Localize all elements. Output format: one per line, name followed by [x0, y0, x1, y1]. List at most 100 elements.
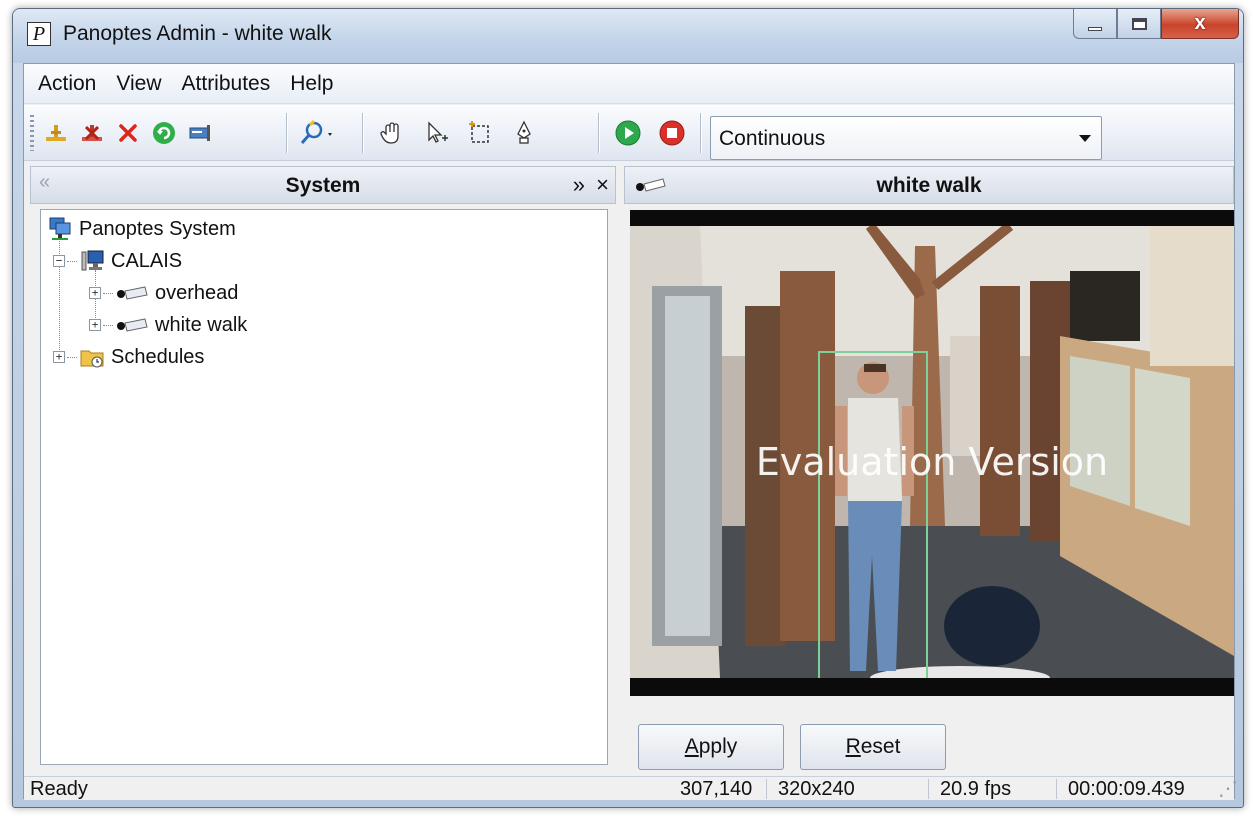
- expand-node-icon[interactable]: +: [53, 351, 65, 363]
- expand-node-icon[interactable]: +: [89, 287, 101, 299]
- delete-button[interactable]: [110, 115, 146, 151]
- system-pane-title: System: [285, 174, 361, 197]
- window-title: Panoptes Admin - white walk: [63, 22, 332, 45]
- close-icon: x: [1194, 12, 1206, 34]
- stop-button[interactable]: [650, 115, 694, 151]
- toolbar-group-tools: [370, 111, 546, 155]
- toolbar-separator: [598, 113, 600, 153]
- play-icon: [615, 120, 641, 146]
- reset-button[interactable]: Reset: [800, 724, 946, 770]
- expand-pane-icon[interactable]: »: [573, 172, 585, 198]
- toolbar-separator: [286, 113, 288, 153]
- status-fps: 20.9 fps: [940, 778, 1012, 800]
- tree-label-schedules: Schedules: [111, 345, 205, 368]
- region-select-button[interactable]: [458, 115, 502, 151]
- window-controls: x: [1073, 9, 1239, 39]
- app-logo-icon: P: [27, 22, 51, 46]
- play-button[interactable]: [606, 115, 650, 151]
- tree-label-root: Panoptes System: [79, 217, 236, 240]
- close-window-button[interactable]: x: [1161, 9, 1239, 39]
- tree-connector: [67, 260, 77, 262]
- refresh-button[interactable]: [146, 115, 182, 151]
- properties-button[interactable]: [182, 115, 218, 151]
- network-icon: [47, 217, 73, 241]
- chevron-down-icon: [1079, 135, 1091, 142]
- collapse-node-icon[interactable]: −: [53, 255, 65, 267]
- tree-item-calais[interactable]: − CALAIS: [53, 246, 182, 276]
- apply-button[interactable]: Apply: [638, 724, 784, 770]
- tree-item-camera-white-walk[interactable]: + white walk: [89, 310, 247, 340]
- system-pane: « System » × Panoptes System − CALAIS + …: [30, 166, 616, 772]
- toolbar-separator: [700, 113, 702, 153]
- tree-item-camera-overhead[interactable]: + overhead: [89, 278, 238, 308]
- toolbar-grip[interactable]: [30, 115, 34, 151]
- client-area: Action View Attributes Help Continuous «…: [23, 63, 1238, 800]
- stop-icon: [659, 120, 685, 146]
- reset-label-rest: eset: [860, 735, 901, 758]
- computer-icon: [79, 249, 105, 273]
- tree-connector: [103, 292, 113, 294]
- select-arrow-icon: [428, 121, 448, 143]
- video-view[interactable]: Evaluation Version: [630, 210, 1234, 696]
- toolbar-group-edit: [38, 111, 218, 155]
- minimize-button[interactable]: [1073, 9, 1117, 39]
- camera-icon: [115, 281, 149, 305]
- tree-connector: [103, 324, 113, 326]
- add-icon: [46, 125, 66, 141]
- status-resolution: 320x240: [778, 778, 855, 800]
- pan-button[interactable]: [370, 115, 414, 151]
- maximize-button[interactable]: [1117, 9, 1161, 39]
- tree-item-schedules[interactable]: + Schedules: [53, 342, 204, 372]
- menu-view[interactable]: View: [106, 72, 171, 96]
- status-bar: Ready 307,140 320x240 20.9 fps 00:00:09.…: [24, 776, 1238, 800]
- title-bar[interactable]: P Panoptes Admin - white walk x: [13, 9, 1243, 63]
- tree-label-camera: white walk: [155, 313, 248, 336]
- status-separator: [928, 779, 929, 799]
- expand-node-icon[interactable]: +: [89, 319, 101, 331]
- apply-label-rest: pply: [698, 735, 738, 758]
- delete-x-icon: [119, 124, 137, 142]
- mode-select-value: Continuous: [719, 127, 826, 150]
- system-tree[interactable]: Panoptes System − CALAIS + overhead + wh…: [40, 209, 608, 765]
- status-coordinates: 307,140: [680, 778, 753, 800]
- mode-select[interactable]: Continuous: [710, 116, 1102, 160]
- apply-label-mnemonic: A: [684, 735, 699, 758]
- resize-grip-icon[interactable]: ⋰: [1214, 777, 1238, 801]
- tree-label-calais: CALAIS: [111, 249, 183, 272]
- camera-pane: white walk Evaluation Version A pply R e…: [624, 166, 1234, 772]
- maximize-icon: [1131, 17, 1147, 30]
- reset-label-mnemonic: R: [845, 735, 861, 758]
- menu-help[interactable]: Help: [280, 72, 343, 96]
- close-pane-icon[interactable]: ×: [596, 172, 609, 198]
- status-separator: [1056, 779, 1057, 799]
- schedule-folder-icon: [79, 345, 105, 369]
- video-frame-image: Evaluation Version: [630, 226, 1234, 678]
- camera-icon: [115, 313, 149, 337]
- refresh-icon: [153, 122, 175, 144]
- menu-action[interactable]: Action: [28, 72, 106, 96]
- status-time: 00:00:09.439: [1068, 778, 1185, 800]
- draw-button[interactable]: [502, 115, 546, 151]
- system-pane-header: « System » ×: [30, 166, 616, 204]
- properties-icon: [189, 125, 210, 141]
- zoom-icon: [300, 119, 332, 144]
- app-window: P Panoptes Admin - white walk x Action V…: [12, 8, 1244, 808]
- status-separator: [766, 779, 767, 799]
- remove-icon: [82, 125, 102, 141]
- add-button[interactable]: [38, 115, 74, 151]
- tree-item-panoptes-system[interactable]: Panoptes System: [47, 214, 236, 244]
- toolbar-group-playback: [606, 111, 694, 155]
- menu-attributes[interactable]: Attributes: [172, 72, 281, 96]
- tracking-box[interactable]: [818, 351, 928, 678]
- zoom-button[interactable]: [294, 115, 342, 151]
- remove-button[interactable]: [74, 115, 110, 151]
- minimize-icon: [1088, 26, 1102, 31]
- camera-pane-title: white walk: [876, 174, 982, 197]
- toolbar-group-view: [294, 111, 342, 155]
- pen-icon: [517, 120, 531, 144]
- watermark-text: Evaluation Version: [755, 440, 1109, 484]
- select-button[interactable]: [414, 115, 458, 151]
- tree-connector: [67, 356, 77, 358]
- region-select-icon: [469, 121, 489, 143]
- tree-label-camera: overhead: [155, 281, 239, 304]
